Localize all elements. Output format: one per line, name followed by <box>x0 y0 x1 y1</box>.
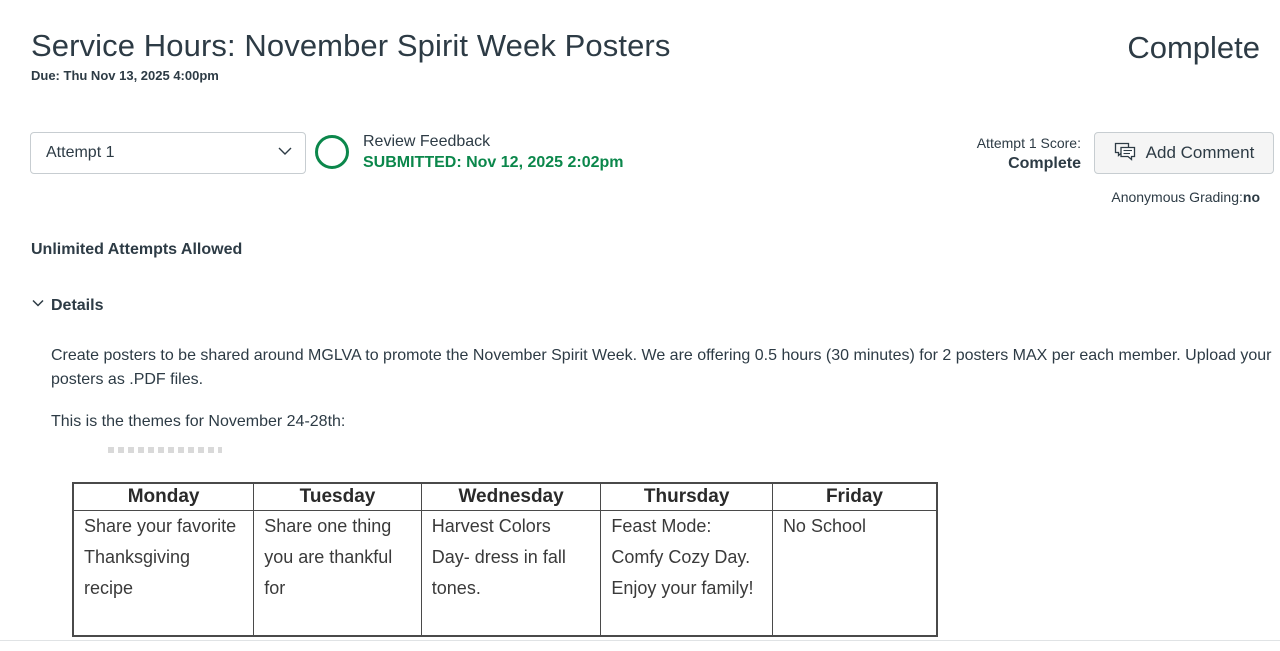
table-header: Tuesday <box>253 482 422 511</box>
comment-icon <box>1114 141 1136 166</box>
chevron-down-icon <box>31 296 45 315</box>
anonymous-grading-label: Anonymous Grading: <box>1111 189 1243 205</box>
score-label: Attempt 1 Score: <box>976 135 1081 151</box>
submitted-status: SUBMITTED: Nov 12, 2025 2:02pm <box>363 154 624 171</box>
grade-status: Complete <box>1127 30 1260 65</box>
details-toggle[interactable]: Details <box>31 296 103 315</box>
add-comment-label: Add Comment <box>1145 143 1255 162</box>
faded-image-text <box>108 447 222 453</box>
table-cell: Share your favorite Thanksgiving recipe <box>72 510 255 637</box>
table-header: Friday <box>771 482 938 511</box>
table-cell: Harvest Colors Day- dress in fall tones. <box>420 510 602 637</box>
table-row: Share your favorite Thanksgiving recipe … <box>72 510 938 637</box>
details-label: Details <box>51 296 104 314</box>
review-feedback-link[interactable]: Review Feedback <box>363 133 490 151</box>
attempt-select[interactable]: Attempt 1 <box>30 132 306 174</box>
circle-outline-icon <box>315 135 349 169</box>
add-comment-button[interactable]: Add Comment <box>1094 132 1274 174</box>
assignment-description: Create posters to be shared around MGLVA… <box>51 347 1272 388</box>
table-header: Monday <box>72 482 255 511</box>
anonymous-grading-value: no <box>1242 189 1260 205</box>
divider <box>0 640 1280 641</box>
table-cell: Feast Mode: Comfy Cozy Day. Enjoy your f… <box>600 510 773 637</box>
table-header: Wednesday <box>420 482 602 511</box>
table-header: Thursday <box>600 482 773 511</box>
assignment-title: Service Hours: November Spirit Week Post… <box>31 28 671 63</box>
table-cell: Share one thing you are thankful for <box>253 510 422 637</box>
score-value: Complete <box>1008 155 1081 172</box>
anonymous-grading: Anonymous Grading:no <box>1111 189 1260 205</box>
due-date: Due: Thu Nov 13, 2025 4:00pm <box>31 68 219 83</box>
table-cell: No School <box>771 510 938 637</box>
themes-table-image: Monday Tuesday Wednesday Thursday Friday… <box>72 482 938 637</box>
themes-intro: This is the themes for November 24-28th: <box>51 413 346 430</box>
attempts-allowed: Unlimited Attempts Allowed <box>31 241 243 258</box>
chevron-down-icon <box>277 143 293 164</box>
attempt-select-value: Attempt 1 <box>46 144 115 161</box>
